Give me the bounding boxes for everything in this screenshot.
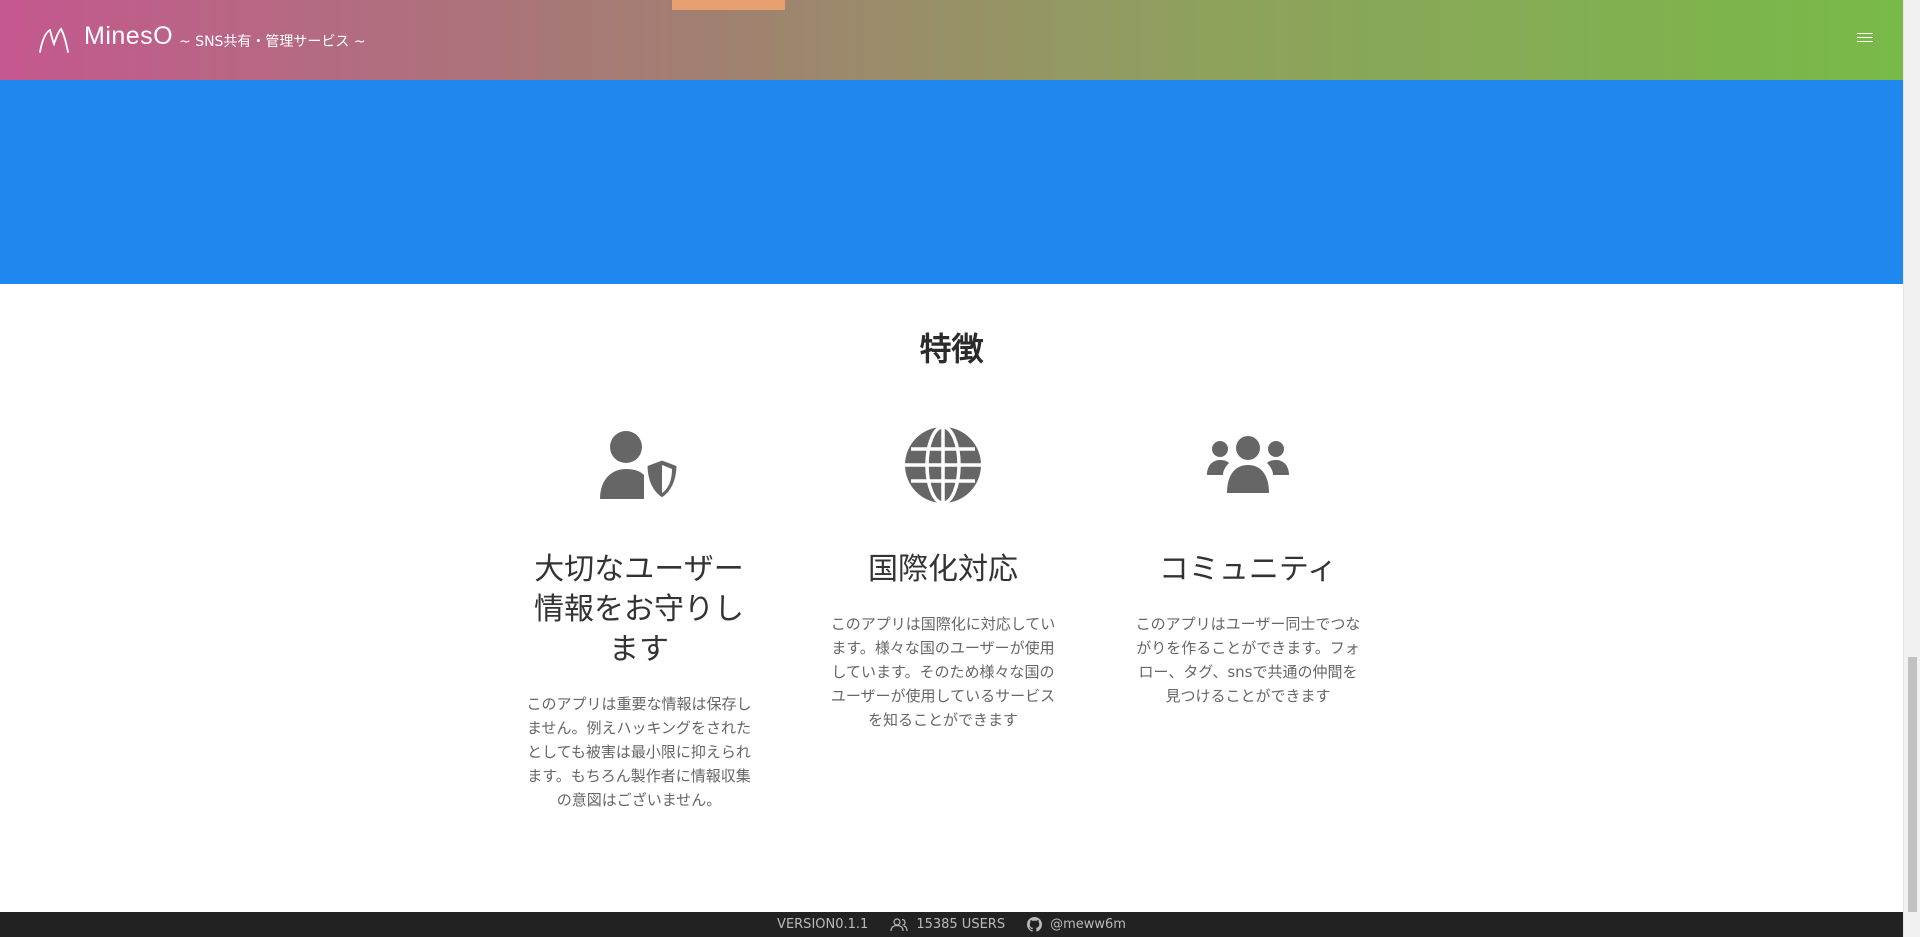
logo-icon[interactable]	[38, 26, 70, 54]
feature-heading: コミュニティ	[1158, 552, 1338, 587]
brand-name[interactable]: MinesO	[84, 22, 173, 51]
feature-community: コミュニティ このアプリはユーザー同士でつながりを作ることができます。フォロー、…	[1133, 420, 1363, 708]
site-header: MinesO ~ SNS共有・管理サービス ~	[0, 0, 1903, 80]
users-count-label: 15385 USERS	[916, 917, 1006, 932]
version-label: VERSION0.1.1	[777, 917, 869, 932]
brand-tagline: ~ SNS共有・管理サービス ~	[179, 34, 366, 50]
hero-carousel	[0, 80, 1903, 305]
users-count: 15385 USERS	[890, 917, 1005, 932]
globe-icon	[828, 420, 1058, 510]
users-outline-icon	[890, 917, 908, 931]
feature-security: 大切なユーザー情報をお守りします このアプリは重要な情報は保存しません。例えハッ…	[524, 420, 754, 812]
feature-heading: 大切なユーザー情報をお守りします	[534, 552, 744, 667]
user-shield-icon	[524, 420, 754, 510]
scrollbar-thumb[interactable]	[1908, 657, 1917, 912]
github-icon	[1027, 917, 1043, 932]
carousel-indicators	[924, 292, 981, 305]
features-title: 特徴	[919, 330, 984, 368]
carousel-dot-1[interactable]	[924, 292, 937, 305]
version-info: VERSION0.1.1	[777, 917, 868, 932]
feature-heading: 国際化対応	[868, 552, 1018, 587]
carousel-dot-3[interactable]	[968, 292, 981, 305]
header-accent-tab	[672, 0, 785, 10]
github-handle[interactable]: @meww6m	[1050, 917, 1126, 932]
site-footer: VERSION0.1.1 15385 USERS @meww6m	[0, 912, 1903, 937]
feature-description: このアプリはユーザー同士でつながりを作ることができます。フォロー、タグ、snsで…	[1135, 615, 1361, 705]
carousel-dot-2[interactable]	[946, 292, 959, 305]
feature-description: このアプリは重要な情報は保存しません。例えハッキングをされたとしても被害は最小限…	[526, 695, 752, 809]
page: MinesO ~ SNS共有・管理サービス ~ 特徴 大切なユーザー情報をお守り…	[0, 0, 1903, 937]
users-icon	[1133, 420, 1363, 510]
feature-i18n: 国際化対応 このアプリは国際化に対応しています。様々な国のユーザーが使用していま…	[828, 420, 1058, 732]
github-link[interactable]: @meww6m	[1027, 917, 1126, 932]
page-scrollbar[interactable]	[1903, 0, 1920, 937]
hamburger-icon[interactable]	[1857, 30, 1873, 46]
feature-description: このアプリは国際化に対応しています。様々な国のユーザーが使用しています。そのため…	[830, 615, 1056, 729]
